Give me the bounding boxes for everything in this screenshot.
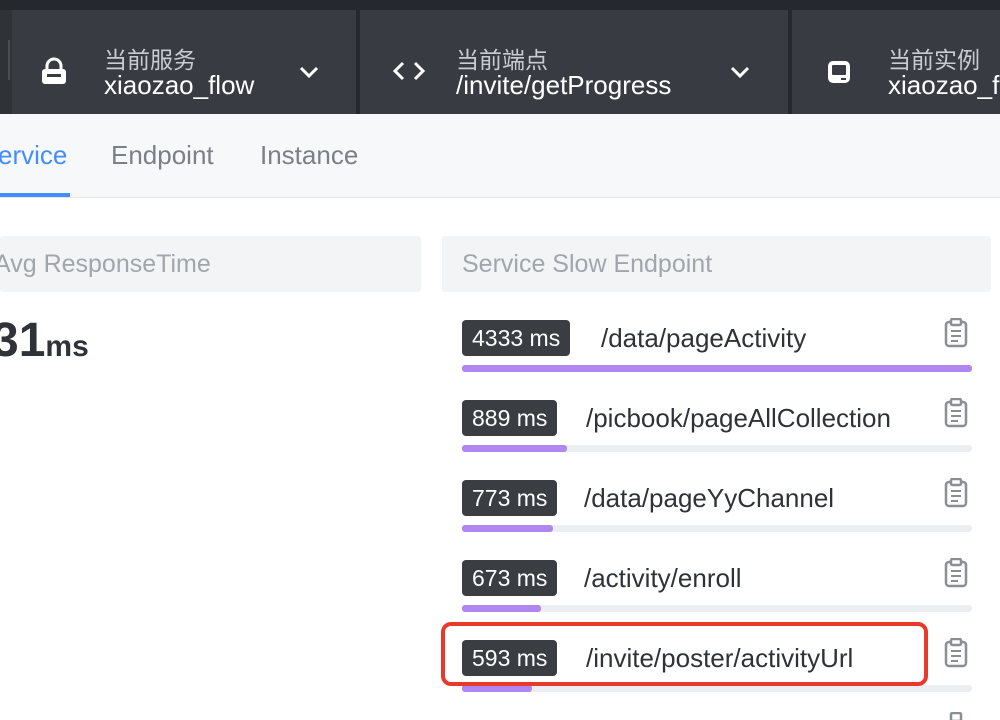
selector-edge — [0, 40, 10, 80]
tab-bar: ervice Endpoint Instance — [0, 114, 1000, 198]
chevron-down-icon[interactable] — [729, 64, 751, 80]
chevron-down-icon[interactable] — [298, 64, 320, 80]
duration-bar — [462, 525, 553, 532]
duration-bar-track — [462, 365, 972, 372]
clipboard-icon[interactable] — [944, 478, 968, 508]
avg-response-time-title: Avg ResponseTime — [0, 250, 211, 278]
avg-number: 31 — [0, 314, 46, 367]
clipboard-icon[interactable] — [944, 638, 968, 668]
duration-badge: 889 ms — [462, 400, 558, 436]
top-bar: 当前服务 xiaozao_flow 当前端点 /invite/getProgre… — [0, 0, 1000, 114]
service-selector[interactable]: 当前服务 xiaozao_flow — [12, 10, 356, 114]
duration-bar — [462, 445, 567, 452]
endpoint-path: /data/pageYyChannel — [584, 483, 835, 513]
duration-bar-track — [462, 685, 972, 692]
duration-badge: 673 ms — [462, 560, 558, 596]
tab-service[interactable]: ervice — [0, 140, 67, 171]
duration-bar-track — [462, 525, 972, 532]
slow-endpoint-row[interactable]: 4333 ms /data/pageActivity — [462, 318, 972, 400]
duration-bar — [462, 605, 542, 612]
avg-response-time-header: Avg ResponseTime — [0, 236, 421, 292]
duration-bar-track — [462, 605, 972, 612]
endpoint-value: /invite/getProgress — [456, 70, 672, 100]
highlight-box — [441, 622, 928, 686]
instance-selector[interactable]: 当前实例 xiaozao_f — [792, 10, 1000, 114]
endpoint-path: /activity/enroll — [584, 563, 742, 593]
instance-value: xiaozao_f — [888, 70, 1000, 100]
duration-bar — [462, 365, 972, 372]
instance-icon — [828, 61, 850, 83]
duration-badge: 773 ms — [462, 480, 558, 516]
duration-bar-track — [462, 445, 972, 452]
endpoint-path: /picbook/pageAllCollection — [586, 403, 891, 433]
code-icon — [392, 61, 426, 81]
service-value: xiaozao_flow — [104, 70, 255, 100]
slow-endpoint-row[interactable]: 889 ms /picbook/pageAllCollection — [462, 398, 972, 480]
clipboard-icon[interactable] — [944, 712, 968, 720]
avg-response-time-value: 31ms — [0, 313, 89, 368]
slow-endpoint-row[interactable]: 773 ms /data/pageYyChannel — [462, 478, 972, 560]
clipboard-icon[interactable] — [944, 398, 968, 428]
clipboard-icon[interactable] — [944, 558, 968, 588]
service-icon — [42, 57, 66, 84]
avg-unit: ms — [45, 330, 89, 363]
duration-badge: 4333 ms — [462, 320, 571, 356]
tab-instance[interactable]: Instance — [260, 140, 358, 171]
duration-bar — [462, 685, 532, 692]
clipboard-icon[interactable] — [944, 318, 968, 348]
endpoint-selector[interactable]: 当前端点 /invite/getProgress — [360, 10, 788, 114]
endpoint-path: /data/pageActivity — [601, 323, 807, 353]
active-tab-indicator — [0, 193, 70, 197]
slow-endpoint-header: Service Slow Endpoint — [442, 236, 991, 292]
top-strip — [0, 0, 1000, 10]
tab-endpoint[interactable]: Endpoint — [111, 140, 214, 171]
slow-endpoint-title: Service Slow Endpoint — [462, 250, 713, 278]
